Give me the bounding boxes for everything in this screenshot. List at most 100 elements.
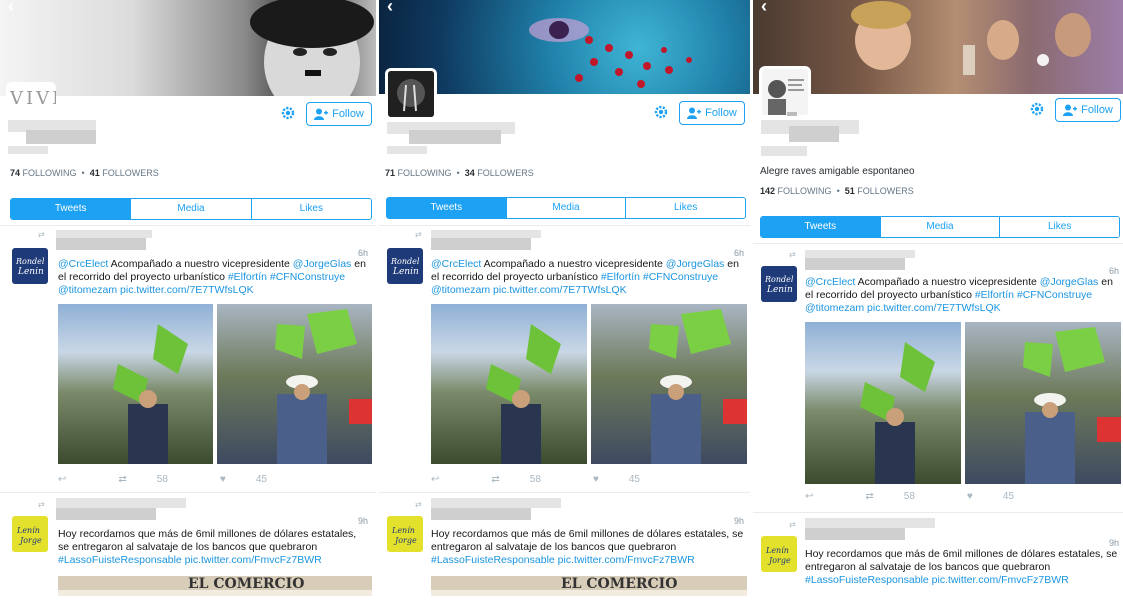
profile-avatar[interactable] bbox=[759, 66, 811, 118]
follow-label: Follow bbox=[705, 107, 737, 119]
back-icon[interactable]: ‹ bbox=[387, 0, 393, 17]
follow-label: Follow bbox=[332, 108, 364, 120]
tweet-avatar[interactable]: Lenín Jorge bbox=[761, 536, 797, 572]
tweet[interactable]: ⇄ Rondel Lenin 6h @CrcElect Acompañado a … bbox=[379, 228, 750, 490]
hashtag-link[interactable]: #LassoFuisteResponsable bbox=[805, 574, 929, 586]
tweet-time[interactable]: 6h bbox=[358, 248, 368, 258]
media-link[interactable]: pic.twitter.com/FmvcFz7BWR bbox=[932, 574, 1069, 586]
reply-button[interactable]: ↩ bbox=[805, 491, 839, 502]
hashtag-link[interactable]: #LassoFuisteResponsable bbox=[431, 554, 555, 566]
tab-tweets[interactable]: Tweets bbox=[761, 217, 881, 237]
gear-icon[interactable] bbox=[280, 105, 296, 121]
tweet[interactable]: ⇄ Lenín Jorge 9h Hoy recordamos que más d… bbox=[753, 516, 1123, 600]
media-link[interactable]: pic.twitter.com/7E7TWfsLQK bbox=[120, 284, 254, 296]
hashtag-link[interactable]: #Elfortín #CFNConstruye bbox=[228, 271, 345, 283]
svg-text:Lenín: Lenín bbox=[765, 546, 789, 555]
mention-link[interactable]: @CrcElect bbox=[805, 276, 855, 288]
mention-link[interactable]: @titomezam bbox=[58, 284, 117, 296]
svg-text:Rondel: Rondel bbox=[764, 275, 794, 284]
retweet-icon: ⇄ bbox=[491, 474, 500, 485]
media-photo[interactable] bbox=[58, 304, 213, 464]
follow-button[interactable]: Follow bbox=[1055, 98, 1121, 122]
mention-link[interactable]: @titomezam bbox=[431, 284, 490, 296]
media-photo[interactable] bbox=[591, 304, 747, 464]
following-link[interactable]: 71 FOLLOWING bbox=[385, 168, 452, 178]
follow-button[interactable]: Follow bbox=[306, 102, 372, 126]
tweet-time[interactable]: 6h bbox=[1109, 266, 1119, 276]
hashtag-link[interactable]: #LassoFuisteResponsable bbox=[58, 554, 182, 566]
tweet-time[interactable]: 9h bbox=[1109, 538, 1119, 548]
like-button[interactable]: ♥ 45 bbox=[593, 474, 666, 485]
mention-link[interactable]: @titomezam bbox=[805, 302, 864, 314]
tab-media[interactable]: Media bbox=[880, 217, 1001, 237]
tab-media[interactable]: Media bbox=[506, 198, 627, 218]
tweet[interactable]: ⇄ Rondel Lenin 6h @CrcElect Acompañado a … bbox=[0, 228, 376, 490]
media-photo[interactable] bbox=[965, 322, 1121, 484]
tweet-media-newspaper[interactable]: EL COMERCIO bbox=[431, 576, 747, 596]
tweet-avatar[interactable]: Rondel Lenin bbox=[387, 248, 423, 284]
tweet[interactable]: ⇄ Lenín Jorge 9h Hoy recordamos que más d… bbox=[0, 496, 376, 600]
gear-icon[interactable] bbox=[1029, 101, 1045, 117]
gear-icon[interactable] bbox=[653, 104, 669, 120]
mention-link[interactable]: @JorgeGlas bbox=[293, 258, 352, 270]
add-user-icon bbox=[314, 108, 329, 120]
tweet-media[interactable] bbox=[58, 304, 372, 464]
tab-likes[interactable]: Likes bbox=[1000, 217, 1119, 237]
banner-portrait-image bbox=[250, 0, 374, 96]
divider bbox=[379, 225, 750, 226]
tweet-time[interactable]: 6h bbox=[734, 248, 744, 258]
tweet-avatar[interactable]: Lenín Jorge bbox=[12, 516, 48, 552]
mention-link[interactable]: @CrcElect bbox=[58, 258, 108, 270]
tab-likes[interactable]: Likes bbox=[626, 198, 745, 218]
hashtag-link[interactable]: #Elfortín #CFNConstruye bbox=[601, 271, 718, 283]
reply-button[interactable]: ↩ bbox=[58, 474, 92, 485]
author-name-redacted bbox=[431, 508, 531, 520]
followers-link[interactable]: 41 FOLLOWERS bbox=[90, 168, 159, 178]
media-link[interactable]: pic.twitter.com/7E7TWfsLQK bbox=[867, 302, 1001, 314]
back-icon[interactable]: ‹ bbox=[761, 0, 767, 17]
reply-icon: ↩ bbox=[431, 474, 440, 485]
reply-button[interactable]: ↩ bbox=[431, 474, 465, 485]
tweet-avatar[interactable]: Rondel Lenin bbox=[12, 248, 48, 284]
media-photo[interactable] bbox=[431, 304, 587, 464]
following-link[interactable]: 142 FOLLOWING bbox=[760, 186, 832, 196]
tab-likes[interactable]: Likes bbox=[251, 199, 371, 219]
media-link[interactable]: pic.twitter.com/FmvcFz7BWR bbox=[558, 554, 695, 566]
following-link[interactable]: 74 FOLLOWING bbox=[10, 168, 77, 178]
tab-media[interactable]: Media bbox=[131, 199, 252, 219]
like-button[interactable]: ♥ 45 bbox=[220, 474, 293, 485]
retweet-button[interactable]: ⇄ 58 bbox=[491, 474, 567, 485]
tweet-time[interactable]: 9h bbox=[734, 516, 744, 526]
back-icon[interactable]: ‹ bbox=[8, 0, 14, 17]
tweet-media[interactable] bbox=[805, 322, 1121, 484]
follow-button[interactable]: Follow bbox=[679, 101, 745, 125]
mention-link[interactable]: @CrcElect bbox=[431, 258, 481, 270]
like-button[interactable]: ♥ 45 bbox=[967, 491, 1040, 502]
screen-name-redacted bbox=[387, 146, 427, 154]
media-photo[interactable] bbox=[217, 304, 372, 464]
followers-link[interactable]: 34 FOLLOWERS bbox=[465, 168, 534, 178]
tweet[interactable]: ⇄ Lenín Jorge 9h Hoy recordamos que más d… bbox=[379, 496, 750, 600]
tweet-avatar[interactable]: Rondel Lenin bbox=[761, 266, 797, 302]
tab-tweets[interactable]: Tweets bbox=[387, 198, 507, 218]
media-link[interactable]: pic.twitter.com/7E7TWfsLQK bbox=[493, 284, 627, 296]
profile-panel-2: ‹ Follow 71 FOLLOWING • 34 FOLLOWERS Twe… bbox=[379, 0, 750, 600]
tab-tweets[interactable]: Tweets bbox=[11, 199, 132, 219]
tweet-media[interactable] bbox=[431, 304, 747, 464]
tweet[interactable]: ⇄ Rondel Lenin 6h @CrcElect Acompañado a … bbox=[753, 248, 1123, 510]
tweet-avatar[interactable]: Lenín Jorge bbox=[387, 516, 423, 552]
tweet-time[interactable]: 9h bbox=[358, 516, 368, 526]
profile-avatar[interactable] bbox=[385, 68, 437, 120]
mention-link[interactable]: @JorgeGlas bbox=[666, 258, 725, 270]
media-photo[interactable] bbox=[805, 322, 961, 484]
retweet-button[interactable]: ⇄ 58 bbox=[118, 474, 194, 485]
heart-icon: ♥ bbox=[592, 474, 599, 485]
media-link[interactable]: pic.twitter.com/FmvcFz7BWR bbox=[185, 554, 322, 566]
hashtag-link[interactable]: #Elfortín #CFNConstruye bbox=[975, 289, 1092, 301]
followers-link[interactable]: 51 FOLLOWERS bbox=[845, 186, 914, 196]
retweet-button[interactable]: ⇄ 58 bbox=[865, 491, 941, 502]
mention-link[interactable]: @JorgeGlas bbox=[1040, 276, 1099, 288]
tweet-media-newspaper[interactable]: EL COMERCIO bbox=[58, 576, 372, 596]
svg-text:Rondel: Rondel bbox=[15, 257, 45, 266]
profile-bio: Alegre raves amigable espontaneo bbox=[760, 166, 915, 177]
